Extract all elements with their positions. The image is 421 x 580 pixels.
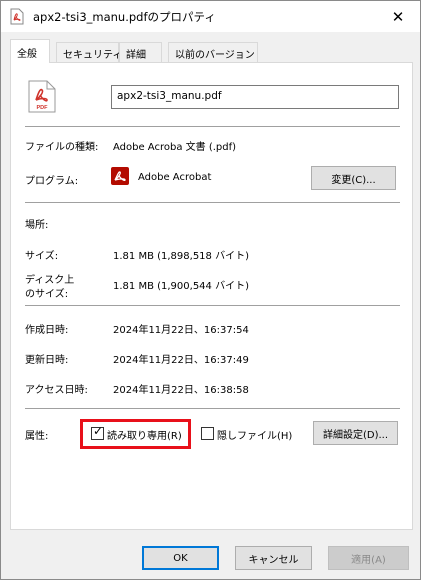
tab-details[interactable]: 詳細: [119, 42, 162, 62]
program-value: Adobe Acrobat: [138, 172, 212, 183]
created-value: 2024年11月22日、16:37:54: [113, 325, 249, 336]
modified-label: 更新日時:: [25, 355, 69, 366]
pdf-document-icon: PDF: [28, 80, 56, 113]
size-value: 1.81 MB (1,898,518 バイト): [113, 251, 249, 262]
acrobat-icon: [111, 167, 129, 185]
readonly-checkbox[interactable]: ✓: [91, 424, 104, 440]
check-icon: ✓: [93, 424, 104, 438]
accessed-value: 2024年11月22日、16:38:58: [113, 385, 249, 396]
tab-general[interactable]: 全般: [10, 39, 50, 63]
separator: [25, 305, 400, 306]
disk-size-label-line1: ディスク上: [25, 275, 75, 286]
separator: [25, 126, 400, 127]
type-label: ファイルの種類:: [25, 142, 99, 153]
pdf-icon-label: PDF: [37, 105, 49, 111]
disk-size-value: 1.81 MB (1,900,544 バイト): [113, 281, 249, 292]
cancel-button[interactable]: キャンセル: [235, 546, 312, 570]
properties-dialog: apx2-tsi3_manu.pdfのプロパティ ✕ 全般 セキュリティ 詳細 …: [0, 0, 421, 580]
pdf-file-icon: [10, 8, 24, 25]
readonly-label[interactable]: 読み取り専用(R): [107, 427, 182, 442]
size-label: サイズ:: [25, 251, 59, 262]
created-label: 作成日時:: [25, 325, 69, 336]
accessed-label: アクセス日時:: [25, 385, 88, 396]
general-panel: PDF apx2-tsi3_manu.pdf ファイルの種類: Adobe Ac…: [10, 62, 413, 530]
tab-security[interactable]: セキュリティ: [56, 42, 122, 62]
hidden-label[interactable]: 隠しファイル(H): [217, 427, 292, 442]
close-button[interactable]: ✕: [376, 1, 420, 32]
change-program-button[interactable]: 変更(C)...: [311, 166, 396, 190]
ok-button[interactable]: OK: [142, 546, 219, 570]
disk-size-label-line2: のサイズ:: [25, 289, 69, 300]
modified-value: 2024年11月22日、16:37:49: [113, 355, 249, 366]
tab-previous-versions[interactable]: 以前のバージョン: [168, 42, 258, 62]
program-label: プログラム:: [25, 176, 79, 187]
location-label: 場所:: [25, 220, 49, 231]
advanced-button[interactable]: 詳細設定(D)...: [313, 421, 398, 445]
apply-button[interactable]: 適用(A): [328, 546, 409, 570]
hidden-checkbox[interactable]: [201, 427, 214, 440]
separator: [25, 408, 400, 409]
attributes-label: 属性:: [25, 431, 49, 442]
separator: [25, 202, 400, 203]
type-value: Adobe Acroba 文書 (.pdf): [113, 142, 237, 153]
window-title: apx2-tsi3_manu.pdfのプロパティ: [33, 10, 216, 24]
title-bar: apx2-tsi3_manu.pdfのプロパティ ✕: [1, 1, 420, 32]
filename-input[interactable]: apx2-tsi3_manu.pdf: [111, 85, 399, 109]
